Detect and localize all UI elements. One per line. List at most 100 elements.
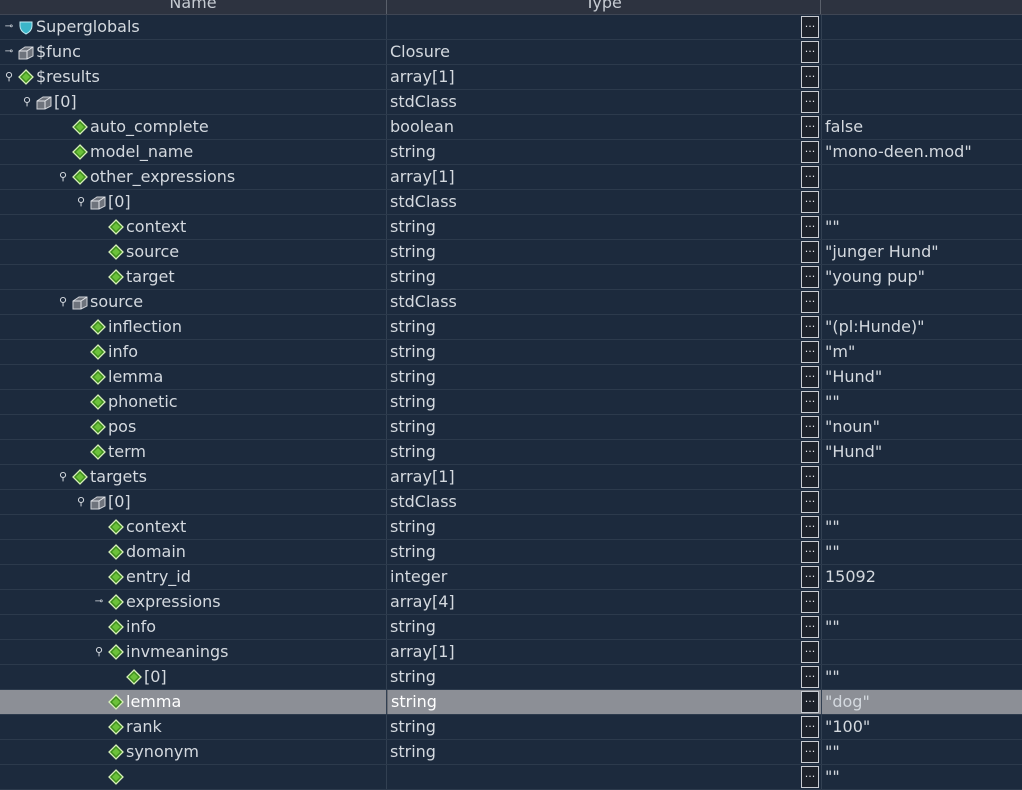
tree-row[interactable]: info string... "m" [0,340,1022,365]
value-cell[interactable]: "" [821,390,1022,414]
edit-value-button[interactable]: ... [801,341,819,363]
collapse-toggle-icon[interactable]: ⚲ [74,495,88,509]
tree-row[interactable]: ... "" [0,765,1022,790]
edit-value-button[interactable]: ... [801,616,819,638]
value-cell[interactable]: "noun" [821,415,1022,439]
value-cell[interactable]: "m" [821,340,1022,364]
tree-row[interactable]: ⊸ $func Closure... [0,40,1022,65]
edit-value-button[interactable]: ... [801,416,819,438]
edit-value-button[interactable]: ... [801,66,819,88]
value-cell[interactable] [821,190,1022,214]
edit-value-button[interactable]: ... [801,116,819,138]
column-header-value[interactable] [821,0,1022,14]
value-cell[interactable]: 15092 [821,565,1022,589]
value-cell[interactable] [821,165,1022,189]
value-cell[interactable]: "Hund" [821,365,1022,389]
tree-row[interactable]: target string... "young pup" [0,265,1022,290]
value-cell[interactable]: "100" [821,715,1022,739]
edit-value-button[interactable]: ... [801,366,819,388]
edit-value-button[interactable]: ... [801,741,819,763]
tree-row[interactable]: ⚲ other_expressions array[1]... [0,165,1022,190]
column-header-name[interactable]: Name [0,0,387,14]
value-cell[interactable]: "young pup" [821,265,1022,289]
value-cell[interactable] [821,640,1022,664]
edit-value-button[interactable]: ... [801,691,819,713]
edit-value-button[interactable]: ... [801,641,819,663]
tree-row[interactable]: ⚲ [0] stdClass... [0,490,1022,515]
edit-value-button[interactable]: ... [801,91,819,113]
edit-value-button[interactable]: ... [801,241,819,263]
edit-value-button[interactable]: ... [801,516,819,538]
expand-toggle-icon[interactable]: ⊸ [92,595,106,609]
tree-row[interactable]: ⊸ expressions array[4]... [0,590,1022,615]
value-cell[interactable]: false [821,115,1022,139]
value-cell[interactable]: "Hund" [821,440,1022,464]
value-cell[interactable]: "(pl:Hunde)" [821,315,1022,339]
tree-row[interactable]: ⚲ source stdClass... [0,290,1022,315]
value-cell[interactable] [821,65,1022,89]
edit-value-button[interactable]: ... [801,566,819,588]
expand-toggle-icon[interactable]: ⊸ [2,45,16,59]
value-cell[interactable]: "" [821,765,1022,789]
edit-value-button[interactable]: ... [801,191,819,213]
edit-value-button[interactable]: ... [801,491,819,513]
value-cell[interactable]: "" [821,740,1022,764]
tree-row[interactable]: ⚲ targets array[1]... [0,465,1022,490]
value-cell[interactable] [821,465,1022,489]
value-cell[interactable] [821,40,1022,64]
tree-row[interactable]: inflection string... "(pl:Hunde)" [0,315,1022,340]
value-cell[interactable]: "" [821,665,1022,689]
edit-value-button[interactable]: ... [801,441,819,463]
tree-row[interactable]: auto_complete boolean... false [0,115,1022,140]
tree-row[interactable]: source string... "junger Hund" [0,240,1022,265]
edit-value-button[interactable]: ... [801,141,819,163]
edit-value-button[interactable]: ... [801,16,819,38]
value-cell[interactable] [821,490,1022,514]
collapse-toggle-icon[interactable]: ⚲ [56,170,70,184]
collapse-toggle-icon[interactable]: ⚲ [92,645,106,659]
tree-row[interactable]: model_name string... "mono-deen.mod" [0,140,1022,165]
edit-value-button[interactable]: ... [801,266,819,288]
value-cell[interactable]: "" [821,215,1022,239]
edit-value-button[interactable]: ... [801,41,819,63]
collapse-toggle-icon[interactable]: ⚲ [2,70,16,84]
tree-row[interactable]: lemma string... "dog" [0,690,1022,715]
expand-toggle-icon[interactable]: ⊸ [2,20,16,34]
value-cell[interactable] [821,90,1022,114]
tree-row[interactable]: ⊸ Superglobals... [0,15,1022,40]
value-cell[interactable] [821,15,1022,39]
edit-value-button[interactable]: ... [801,541,819,563]
value-cell[interactable]: "" [821,515,1022,539]
edit-value-button[interactable]: ... [801,391,819,413]
tree-row[interactable]: term string... "Hund" [0,440,1022,465]
tree-row[interactable]: context string... "" [0,215,1022,240]
tree-row[interactable]: pos string... "noun" [0,415,1022,440]
value-cell[interactable]: "" [821,540,1022,564]
edit-value-button[interactable]: ... [801,291,819,313]
tree-row[interactable]: lemma string... "Hund" [0,365,1022,390]
value-cell[interactable]: "junger Hund" [821,240,1022,264]
tree-row[interactable]: [0] string... "" [0,665,1022,690]
collapse-toggle-icon[interactable]: ⚲ [74,195,88,209]
edit-value-button[interactable]: ... [801,666,819,688]
value-cell[interactable] [821,590,1022,614]
edit-value-button[interactable]: ... [801,591,819,613]
column-header-type[interactable]: Type [387,0,821,14]
edit-value-button[interactable]: ... [801,766,819,788]
edit-value-button[interactable]: ... [801,166,819,188]
collapse-toggle-icon[interactable]: ⚲ [20,95,34,109]
edit-value-button[interactable]: ... [801,466,819,488]
tree-row[interactable]: context string... "" [0,515,1022,540]
tree-row[interactable]: phonetic string... "" [0,390,1022,415]
tree-row[interactable]: synonym string... "" [0,740,1022,765]
tree-row[interactable]: entry_id integer... 15092 [0,565,1022,590]
value-cell[interactable]: "dog" [821,690,1022,714]
edit-value-button[interactable]: ... [801,316,819,338]
tree-row[interactable]: info string... "" [0,615,1022,640]
tree-row[interactable]: ⚲ [0] stdClass... [0,90,1022,115]
collapse-toggle-icon[interactable]: ⚲ [56,295,70,309]
value-cell[interactable]: "mono-deen.mod" [821,140,1022,164]
value-cell[interactable] [821,290,1022,314]
tree-row[interactable]: ⚲ $results array[1]... [0,65,1022,90]
tree-row[interactable]: domain string... "" [0,540,1022,565]
